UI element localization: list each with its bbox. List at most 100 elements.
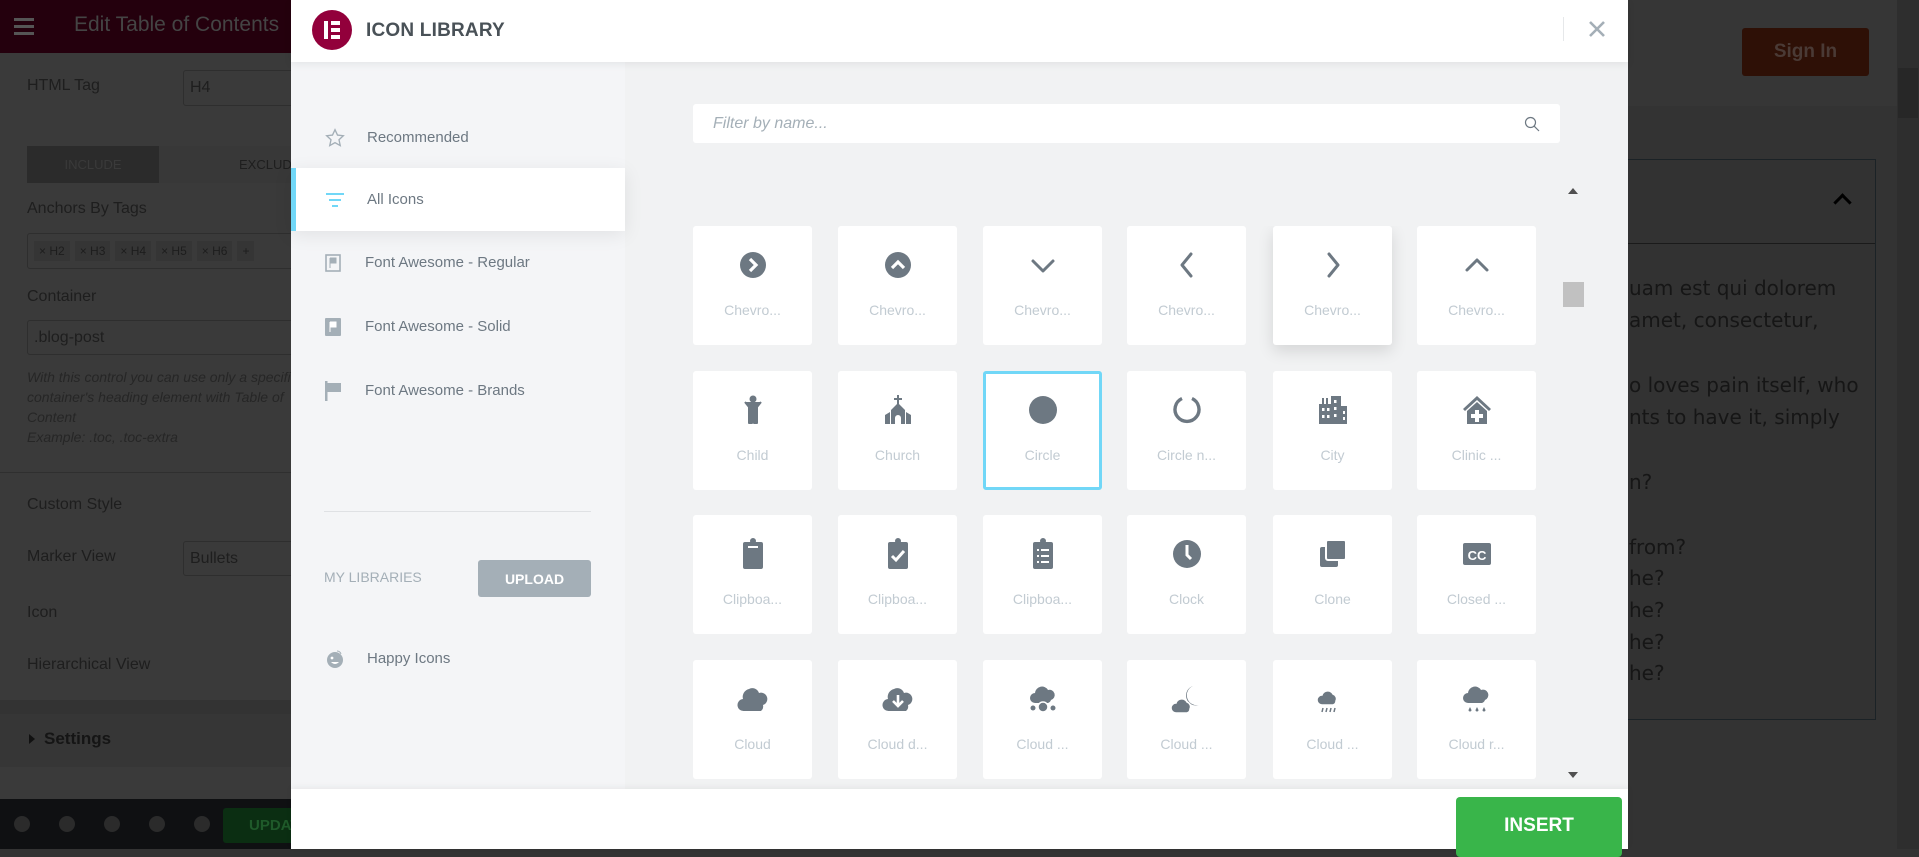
cloud-moon-icon	[1171, 686, 1199, 714]
insert-button[interactable]: INSERT	[1456, 797, 1622, 857]
icon-tile-city[interactable]: City	[1273, 371, 1392, 490]
icon-tile-label: Cloud ...	[1306, 736, 1359, 752]
icon-tile-cloud-meatball[interactable]: Cloud ...	[983, 660, 1102, 779]
icon-tile-cloud-moon-rain[interactable]: Cloud ...	[1273, 660, 1392, 779]
tag-chip[interactable]: × H4	[115, 241, 152, 261]
sidebar-item-happy-icons[interactable]: Happy Icons	[291, 627, 625, 690]
html-tag-label: HTML Tag	[27, 77, 100, 94]
chevron-left-icon	[1180, 252, 1193, 278]
tab-include[interactable]: INCLUDE	[27, 146, 159, 183]
chevron-up-icon[interactable]	[1833, 193, 1852, 212]
add-tag-button[interactable]: +	[237, 241, 255, 261]
child-icon	[744, 395, 762, 424]
icon-tile-label: Cloud ...	[1160, 736, 1213, 752]
settings-label: Settings	[44, 729, 112, 748]
cloud-download-icon	[882, 688, 913, 712]
icon-tile-label: Chevro...	[1448, 302, 1505, 318]
icon-tile-clipboard-check[interactable]: Clipboa...	[838, 515, 957, 634]
icon-tile-clipboard[interactable]: Clipboa...	[693, 515, 812, 634]
preview-scrollbar-thumb[interactable]	[1898, 68, 1918, 118]
caret-right-icon	[29, 734, 35, 744]
icon-tile-label: Clipboa...	[722, 591, 783, 607]
tag-chip[interactable]: × H6	[196, 241, 233, 261]
toc-header[interactable]	[1628, 160, 1875, 244]
hamburger-menu-icon[interactable]	[14, 18, 34, 21]
preview-text: n?	[1629, 470, 1653, 494]
chevron-circle-right-icon	[740, 252, 766, 278]
preview-text: uam est qui dolorem	[1629, 276, 1837, 300]
clipboard-icon	[743, 538, 763, 569]
icon-tile-church[interactable]: Church	[838, 371, 957, 490]
icon-tile-clinic-medical[interactable]: Clinic ...	[1417, 371, 1536, 490]
icon-tile-child[interactable]: Child	[693, 371, 812, 490]
sign-in-button[interactable]: Sign In	[1742, 28, 1869, 76]
icon-tile-cloud-download[interactable]: Cloud d...	[838, 660, 957, 779]
sidebar-item-recommended[interactable]: Recommended	[291, 106, 625, 169]
sidebar-item-fa-solid[interactable]: Font Awesome - Solid	[291, 295, 625, 358]
sidebar-item-label: Font Awesome - Solid	[365, 318, 511, 335]
icon-tile-label: City	[1320, 447, 1345, 463]
icon-tile-clone[interactable]: Clone	[1273, 515, 1392, 634]
sidebar-item-fa-regular[interactable]: Font Awesome - Regular	[291, 231, 625, 294]
marker-view-label: Marker View	[27, 548, 116, 565]
icon-tile-label: Cloud ...	[1016, 736, 1069, 752]
icon-tile-chevron-circle-right[interactable]: Chevro...	[693, 226, 812, 345]
settings-gear-icon[interactable]	[14, 816, 30, 832]
icon-tile-clipboard-list[interactable]: Clipboa...	[983, 515, 1102, 634]
preview-text: o loves pain itself, who	[1629, 373, 1859, 397]
modal-title: ICON LIBRARY	[366, 20, 505, 41]
my-libraries-label: MY LIBRARIES	[324, 569, 422, 585]
sidebar-item-label: Font Awesome - Brands	[365, 382, 525, 399]
icon-tile-chevron-circle-up[interactable]: Chevro...	[838, 226, 957, 345]
tag-chip[interactable]: × H3	[74, 241, 111, 261]
grid-scrollbar[interactable]	[1561, 178, 1585, 782]
icon-tile-cloud[interactable]: Cloud	[693, 660, 812, 779]
sidebar-item-all-icons[interactable]: All Icons	[291, 168, 625, 231]
upload-button[interactable]: UPLOAD	[478, 560, 591, 597]
icon-tile-label: Chevro...	[1158, 302, 1215, 318]
grid-scrollbar-thumb[interactable]	[1563, 282, 1584, 307]
icon-tile-chevron-left[interactable]: Chevro...	[1127, 226, 1246, 345]
icon-tile-label: Circle n...	[1156, 447, 1217, 463]
icon-tile-chevron-down[interactable]: Chevro...	[983, 226, 1102, 345]
tag-chip[interactable]: × H5	[156, 241, 192, 261]
icon-tile-circle[interactable]: Circle	[983, 371, 1102, 490]
search-icon[interactable]	[1524, 116, 1540, 132]
sidebar-item-label: Happy Icons	[367, 650, 451, 667]
history-icon[interactable]	[104, 816, 120, 832]
icon-tile-clock[interactable]: Clock	[1127, 515, 1246, 634]
icon-tile-label: Chevro...	[1304, 302, 1361, 318]
icon-tile-chevron-up[interactable]: Chevro...	[1417, 226, 1536, 345]
icon-tile-label: Circle	[1024, 447, 1061, 463]
close-icon[interactable]	[1583, 15, 1611, 43]
preview-text: from?	[1629, 535, 1687, 559]
icon-tile-label: Church	[874, 447, 921, 463]
icon-tile-label: Chevro...	[724, 302, 781, 318]
preview-scrollbar[interactable]	[1897, 0, 1919, 849]
preview-text: he?	[1629, 630, 1665, 654]
icon-tile-cloud-moon[interactable]: Cloud ...	[1127, 660, 1246, 779]
cloud-rain-icon	[1463, 686, 1489, 712]
layers-icon[interactable]	[59, 816, 75, 832]
tag-chip[interactable]: × H2	[34, 241, 70, 261]
custom-style-label: Custom Style	[27, 496, 123, 513]
eye-icon[interactable]	[194, 816, 210, 832]
scroll-up-arrow-icon[interactable]	[1568, 188, 1578, 194]
responsive-icon[interactable]	[149, 816, 165, 832]
search-input[interactable]	[693, 104, 1493, 143]
circle-icon	[1029, 396, 1057, 424]
toc-box	[1628, 159, 1876, 720]
filter-search[interactable]	[693, 104, 1560, 143]
icon-tile-chevron-right[interactable]: Chevro...	[1273, 226, 1392, 345]
sidebar-item-fa-brands[interactable]: Font Awesome - Brands	[291, 359, 625, 422]
icon-tile-label: Child	[736, 447, 769, 463]
icon-tile-cloud-rain[interactable]: Cloud r...	[1417, 660, 1536, 779]
header-divider	[1563, 17, 1564, 41]
flag-regular-icon	[322, 252, 344, 274]
icon-tile-label: Clipboa...	[1012, 591, 1073, 607]
cloud-moon-rain-icon	[1317, 685, 1345, 713]
editor-title: Edit Table of Contents	[74, 13, 280, 36]
icon-tile-circle-notch[interactable]: Circle n...	[1127, 371, 1246, 490]
scroll-down-arrow-icon[interactable]	[1568, 772, 1578, 778]
icon-tile-closed-captioning[interactable]: CC Closed ...	[1417, 515, 1536, 634]
